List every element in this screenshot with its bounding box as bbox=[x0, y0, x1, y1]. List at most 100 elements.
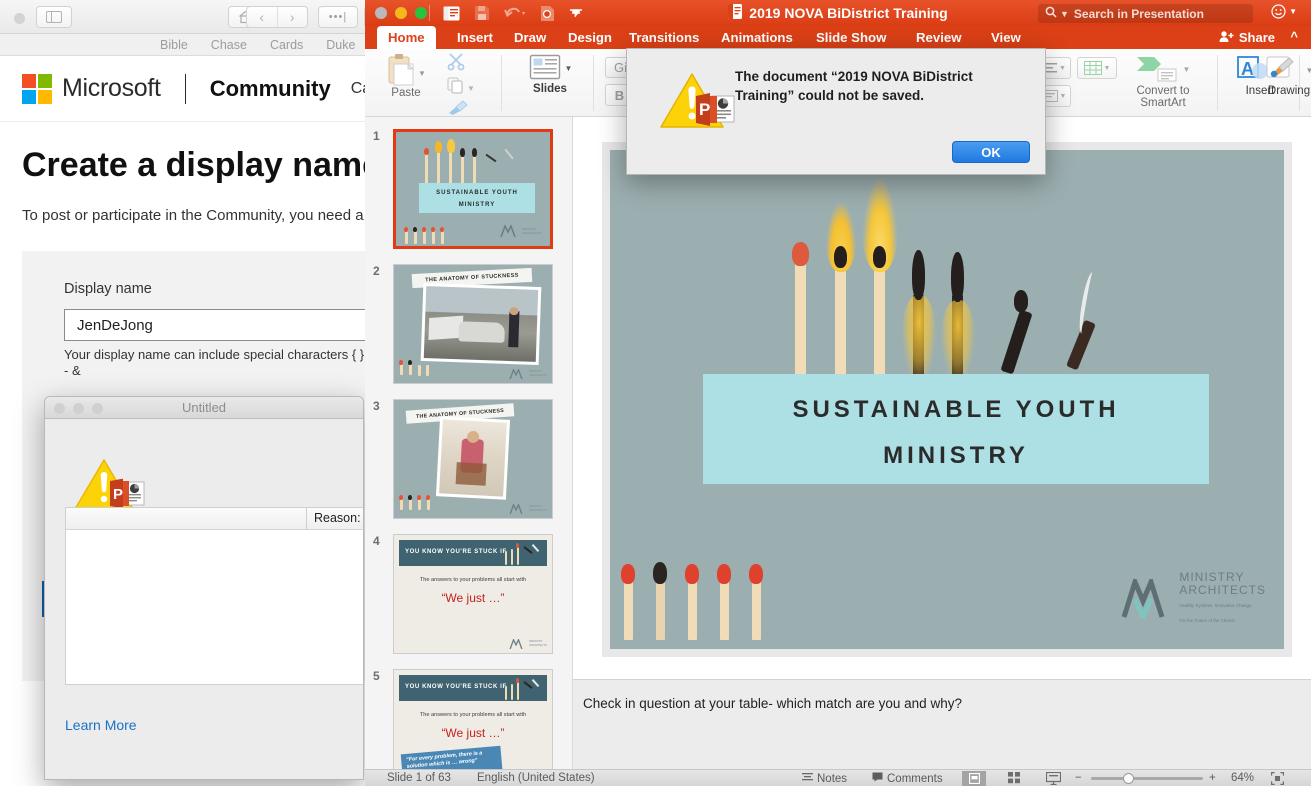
bookmark-item[interactable]: Duke bbox=[326, 38, 355, 52]
drawing-label: Drawing bbox=[1267, 85, 1311, 97]
chevron-down-icon[interactable]: ▼ bbox=[418, 69, 426, 78]
ribbon-group-clipboard-tools: ▼ bbox=[443, 53, 493, 121]
status-bar: Slide 1 of 63 English (United States) No… bbox=[365, 769, 1311, 786]
ellipsis-icon[interactable]: •••| bbox=[318, 6, 358, 28]
zoom-out-button[interactable]: − bbox=[1075, 772, 1082, 784]
page-subtitle: To post or participate in the Community,… bbox=[22, 207, 364, 224]
tab-home[interactable]: Home bbox=[377, 26, 436, 49]
notes-button[interactable]: Notes bbox=[802, 772, 847, 786]
chevron-left-icon[interactable]: ‹ bbox=[247, 7, 278, 27]
drawing-button[interactable]: ▼ Drawing bbox=[1260, 55, 1311, 97]
bookmark-item[interactable]: Bible bbox=[160, 38, 188, 52]
zoom-slider-thumb[interactable] bbox=[1123, 773, 1134, 784]
chevron-down-icon[interactable]: ▼ bbox=[1183, 65, 1191, 74]
ribbon-tab-bar: Home Insert Draw Design Transitions Anim… bbox=[365, 26, 1311, 49]
notes-text[interactable]: Check in question at your table- which m… bbox=[583, 696, 962, 711]
tab-review[interactable]: Review bbox=[905, 26, 972, 49]
paste-button[interactable]: ▼ bbox=[375, 53, 437, 87]
fit-slide-icon[interactable] bbox=[1271, 772, 1284, 785]
tab-insert[interactable]: Insert bbox=[446, 26, 504, 49]
table-button[interactable]: ▼ bbox=[1077, 57, 1117, 79]
slide-counter: Slide 1 of 63 bbox=[387, 772, 451, 784]
notes-icon bbox=[802, 772, 813, 786]
display-name-label: Display name bbox=[64, 281, 152, 297]
untitled-window-titlebar[interactable]: Untitled bbox=[45, 397, 363, 419]
slides-label: Slides bbox=[533, 83, 567, 95]
current-slide-canvas[interactable]: SUSTAINABLE YOUTH MINISTRY MINISTRY ARCH… bbox=[602, 142, 1292, 657]
ok-button[interactable]: OK bbox=[952, 141, 1030, 163]
logo-tagline1: Healthy Systems. Innovative Change. bbox=[1179, 603, 1253, 608]
share-button[interactable]: Share bbox=[1219, 26, 1275, 49]
tab-draw[interactable]: Draw bbox=[503, 26, 557, 49]
person-add-icon bbox=[1219, 30, 1234, 46]
normal-view-icon[interactable] bbox=[962, 771, 986, 786]
slide-thumbnail-panel[interactable]: 1 SUSTAINABLE YOUTH MINISTRY MINISTRY AR… bbox=[365, 117, 573, 769]
scissors-icon[interactable] bbox=[447, 53, 493, 76]
thumbnail-image[interactable]: YOU KNOW YOU'RE STUCK IF The answers to … bbox=[393, 534, 553, 654]
thumbnail-image[interactable]: SUSTAINABLE YOUTH MINISTRY MINISTRY ARCH… bbox=[393, 129, 553, 249]
language-indicator[interactable]: English (United States) bbox=[477, 772, 595, 784]
reason-table: Reason: bbox=[65, 507, 363, 685]
tab-slide-show[interactable]: Slide Show bbox=[805, 26, 897, 49]
bookmark-item[interactable]: Cards bbox=[270, 38, 303, 52]
tab-transitions[interactable]: Transitions bbox=[618, 26, 710, 49]
convert-smartart-label-line2: SmartArt bbox=[1140, 97, 1186, 109]
dialog-message: The document “2019 NOVA BiDistrict Train… bbox=[735, 69, 973, 103]
ministry-architects-logo: MINISTRY ARCHITECTS bbox=[509, 639, 547, 649]
powerpoint-warning-icon: P bbox=[73, 457, 145, 513]
thumbnail-callout: “For every problem, there is a solution … bbox=[405, 750, 483, 769]
ribbon-group-paragraph: ▼ ▼ ▼ bbox=[1037, 57, 1117, 107]
thumbnail-header: THE ANATOMY OF STUCKNESS bbox=[425, 272, 519, 284]
chevron-down-icon[interactable]: ▼ bbox=[1306, 66, 1311, 75]
chevron-up-icon[interactable]: ^ bbox=[1290, 29, 1298, 44]
bookmark-item[interactable]: Chase bbox=[211, 38, 247, 52]
chevron-down-icon[interactable]: ▼ bbox=[565, 64, 573, 73]
chevron-right-icon[interactable]: › bbox=[278, 7, 308, 27]
ribbon-separator bbox=[593, 55, 594, 111]
thumbnail-body: The answers to your problems all start w… bbox=[419, 712, 527, 718]
comments-label: Comments bbox=[887, 772, 943, 785]
search-chevron-icon[interactable]: ▼ bbox=[1060, 9, 1069, 19]
browser-nav-group[interactable]: ‹ › bbox=[246, 6, 308, 28]
slide-sorter-icon[interactable] bbox=[1008, 772, 1021, 784]
chevron-down-icon[interactable]: ▼ bbox=[1289, 7, 1297, 16]
svg-text:A: A bbox=[1241, 59, 1254, 79]
svg-text:P: P bbox=[113, 486, 123, 503]
tab-design[interactable]: Design bbox=[557, 26, 623, 49]
notes-pane[interactable]: Check in question at your table- which m… bbox=[573, 679, 1311, 769]
ministry-architects-logo: MINISTRY ARCHITECTS Healthy Systems. Inn… bbox=[1121, 571, 1266, 627]
tab-view[interactable]: View bbox=[980, 26, 1032, 49]
window-close-dot[interactable] bbox=[14, 13, 25, 24]
slide-title-band[interactable]: SUSTAINABLE YOUTH MINISTRY bbox=[703, 374, 1209, 484]
powerpoint-app-icon bbox=[728, 4, 743, 22]
zoom-slider[interactable] bbox=[1091, 773, 1203, 784]
chevron-down-icon[interactable]: ▼ bbox=[1060, 93, 1067, 100]
sidebar-icon[interactable] bbox=[36, 6, 72, 28]
brand-name: Microsoft bbox=[62, 74, 161, 102]
thumbnail-image[interactable]: YOU KNOW YOU'RE STUCK IF The answers to … bbox=[393, 669, 553, 769]
ribbon-separator bbox=[501, 55, 502, 111]
untitled-window-title: Untitled bbox=[181, 400, 227, 415]
powerpoint-warning-icon: P bbox=[659, 71, 735, 131]
zoom-in-button[interactable]: + bbox=[1209, 772, 1216, 784]
share-label: Share bbox=[1238, 30, 1275, 45]
chevron-down-icon[interactable]: ▼ bbox=[1059, 65, 1066, 72]
tab-animations[interactable]: Animations bbox=[710, 26, 804, 49]
comments-button[interactable]: Comments bbox=[872, 772, 943, 785]
search-input[interactable]: ▼ Search in Presentation bbox=[1038, 4, 1253, 23]
chevron-down-icon[interactable]: ▼ bbox=[467, 84, 475, 93]
thumbnail-title-line2: MINISTRY bbox=[458, 202, 496, 208]
thumbnail-header: YOU KNOW YOU'RE STUCK IF bbox=[405, 549, 507, 555]
smiley-feedback-icon[interactable]: ▼ bbox=[1271, 4, 1297, 19]
thumbnail-body: The answers to your problems all start w… bbox=[419, 577, 527, 583]
chevron-down-icon[interactable]: ▼ bbox=[1104, 65, 1111, 72]
copy-button[interactable]: ▼ bbox=[447, 77, 493, 99]
thumbnail-image[interactable]: THE ANATOMY OF STUCKNESS MINISTRY ARCHIT… bbox=[393, 399, 553, 519]
presenter-view-icon[interactable] bbox=[1046, 772, 1061, 785]
learn-more-link[interactable]: Learn More bbox=[65, 717, 137, 733]
slides-button[interactable]: ▼ bbox=[515, 53, 585, 83]
svg-text:P: P bbox=[699, 100, 710, 119]
convert-to-smartart-button[interactable]: ▼ Convert to SmartArt bbox=[1117, 55, 1209, 109]
header-divider bbox=[184, 73, 186, 104]
thumbnail-image[interactable]: THE ANATOMY OF STUCKNESS MINISTRY ARCHIT… bbox=[393, 264, 553, 384]
